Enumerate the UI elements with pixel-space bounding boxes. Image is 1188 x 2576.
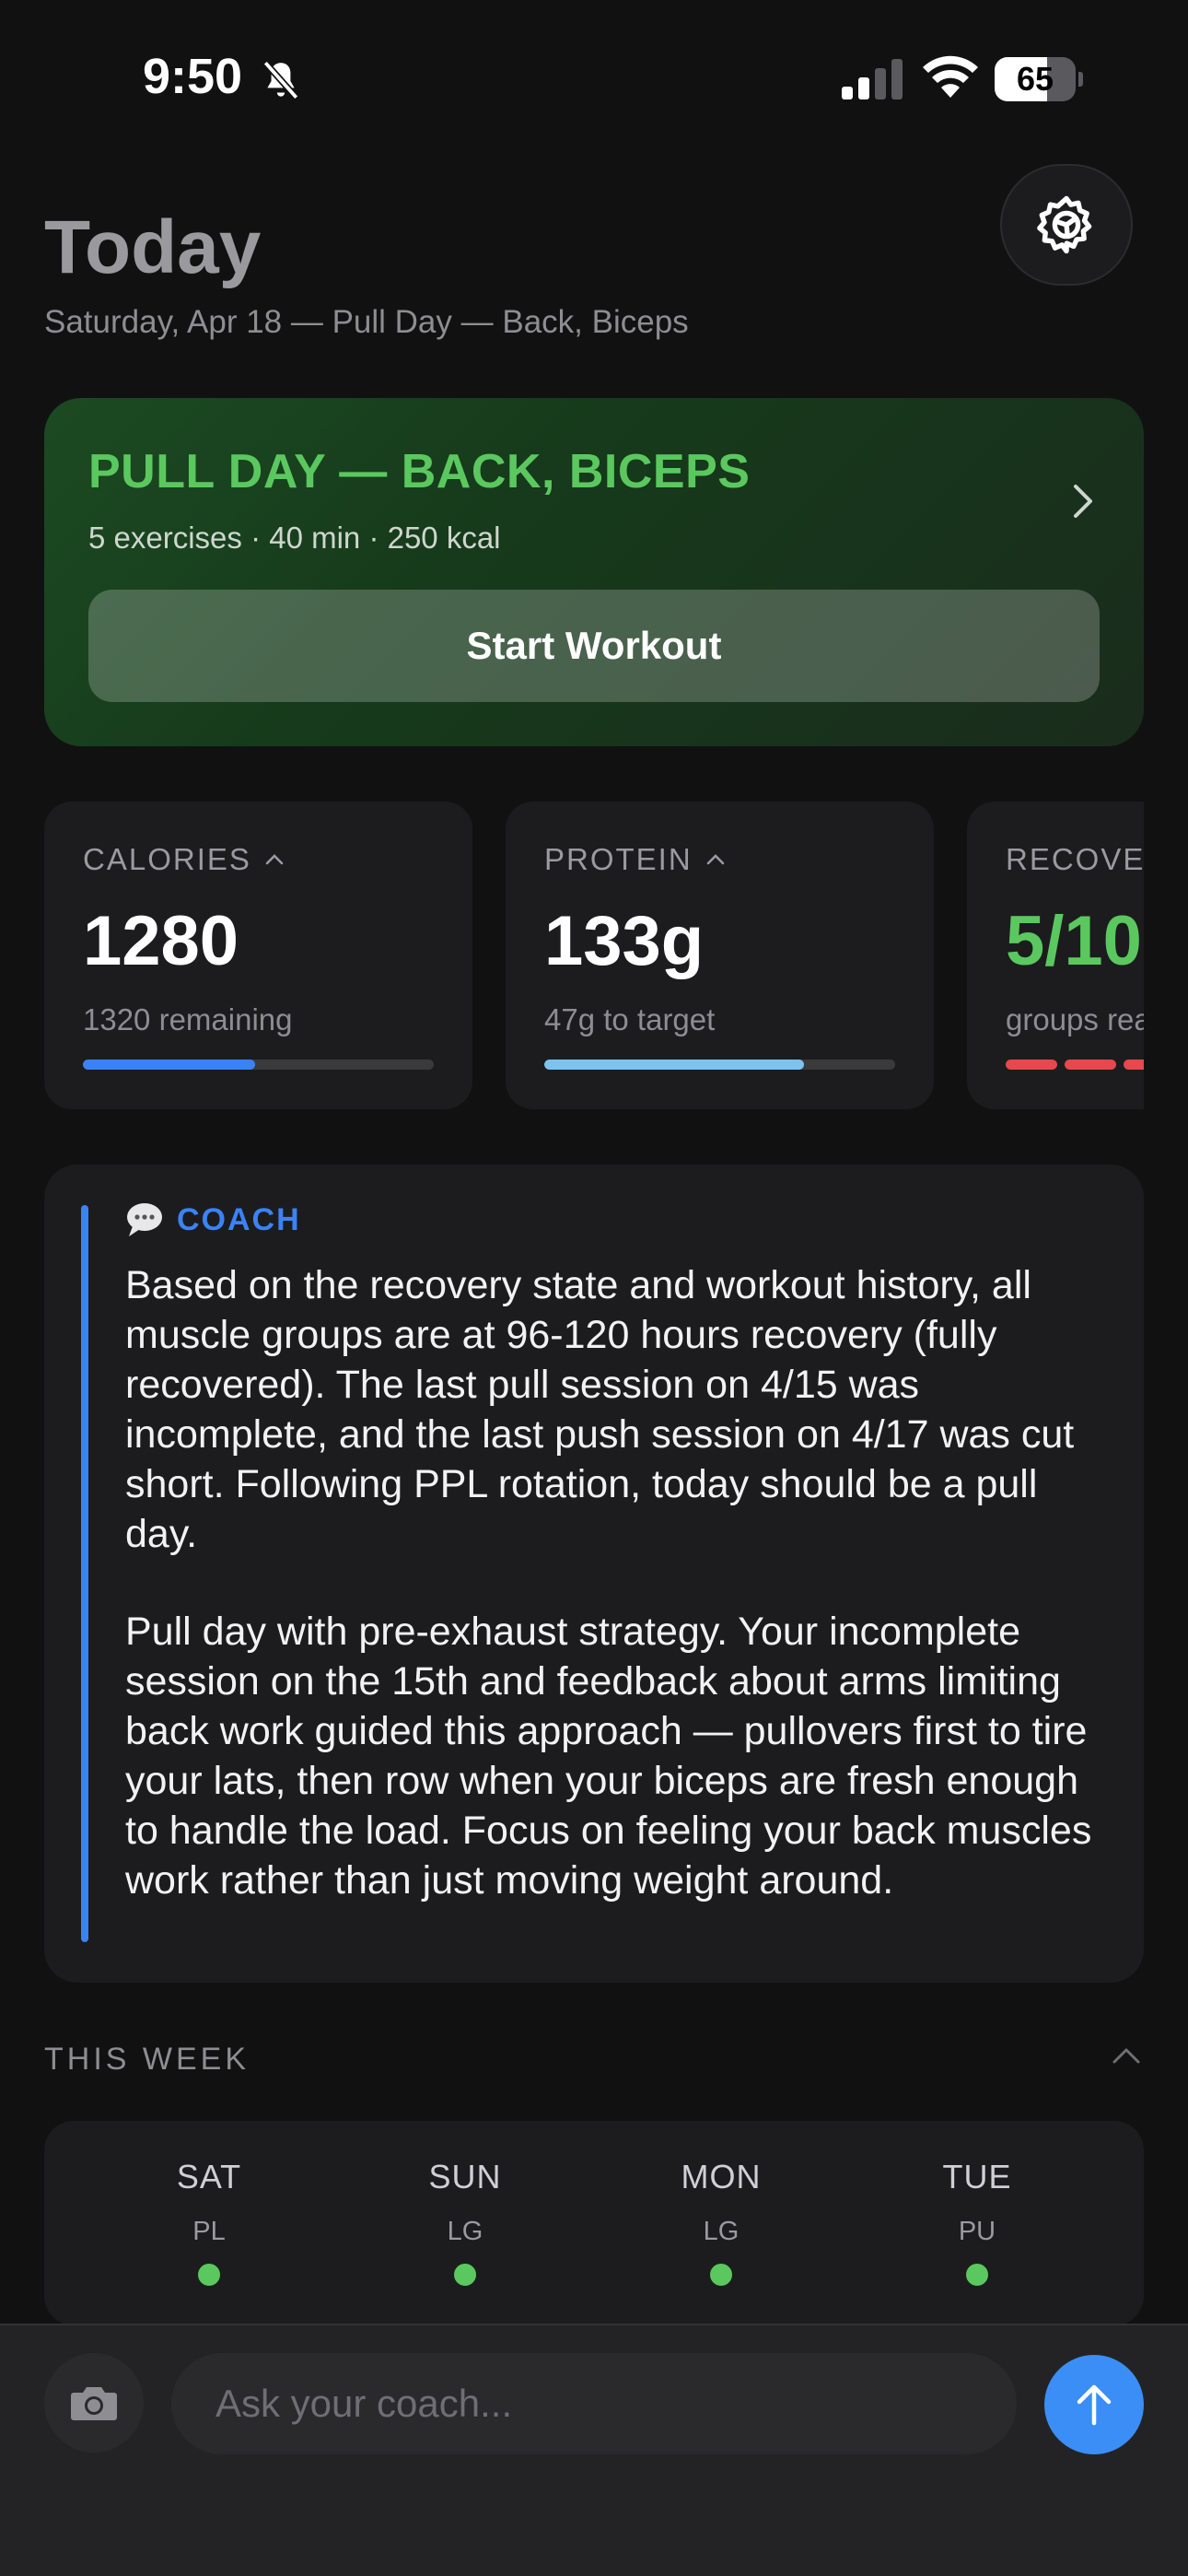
coach-accent-line <box>81 1205 88 1942</box>
battery-level: 65 <box>1016 60 1054 98</box>
ask-coach-input[interactable] <box>171 2353 1017 2454</box>
day-name: TUE <box>942 2158 1012 2195</box>
protein-value: 133g <box>544 902 705 980</box>
workout-card[interactable]: PULL DAY — BACK, BICEPS 5 exercises · 40… <box>44 398 1144 746</box>
recovery-card[interactable]: RECOVERY 5/10 groups ready <box>967 802 1144 1109</box>
recovery-label: RECOVERY <box>1006 842 1144 876</box>
chevron-up-icon <box>265 854 284 865</box>
workout-title: PULL DAY — BACK, BICEPS <box>88 445 751 498</box>
bell-slash-icon <box>262 60 299 100</box>
cellular-signal-icon <box>842 59 903 100</box>
day-sun[interactable]: SUN LG <box>382 2158 548 2286</box>
workout-meta: 5 exercises · 40 min · 250 kcal <box>88 521 501 555</box>
arrow-up-icon <box>1077 2384 1112 2426</box>
send-button[interactable] <box>1044 2355 1144 2454</box>
calories-label-text: CALORIES <box>83 842 251 876</box>
day-tue[interactable]: TUE PU <box>894 2158 1060 2286</box>
recovery-segment <box>1065 1060 1116 1070</box>
settings-button[interactable] <box>1000 164 1133 286</box>
chevron-right-icon[interactable] <box>1065 475 1101 527</box>
coach-message: Based on the recovery state and workout … <box>125 1260 1120 1905</box>
gear-icon <box>1037 195 1092 254</box>
status-time: 9:50 <box>143 49 243 104</box>
wifi-icon <box>923 55 978 98</box>
status-dot <box>454 2264 476 2286</box>
recovery-segment <box>1124 1060 1144 1070</box>
status-dot <box>966 2264 988 2286</box>
week-card: SAT PL SUN LG MON LG TUE PU <box>44 2121 1144 2325</box>
protein-label-text: PROTEIN <box>544 842 693 876</box>
calories-value: 1280 <box>83 902 239 980</box>
day-tag: PU <box>958 2217 996 2246</box>
status-dot <box>710 2264 732 2286</box>
calories-card[interactable]: CALORIES 1280 1320 remaining <box>44 802 472 1109</box>
chevron-up-icon <box>706 854 724 865</box>
stats-carousel[interactable]: CALORIES 1280 1320 remaining PROTEIN 133… <box>44 802 1144 1109</box>
recovery-segments <box>1006 1060 1144 1070</box>
day-name: SUN <box>428 2158 502 2195</box>
protein-progress-bar <box>544 1060 895 1070</box>
protein-remaining: 47g to target <box>544 1002 716 1036</box>
status-bar: 9:50 65 <box>0 0 1188 157</box>
recovery-value: 5/10 <box>1006 902 1142 980</box>
protein-card[interactable]: PROTEIN 133g 47g to target <box>506 802 934 1109</box>
recovery-sub: groups ready <box>1006 1002 1144 1036</box>
chat-composer <box>0 2324 1188 2576</box>
day-tag: LG <box>447 2217 483 2246</box>
day-sat[interactable]: SAT PL <box>126 2158 292 2286</box>
status-dot <box>198 2264 220 2286</box>
day-tag: LG <box>703 2217 740 2246</box>
this-week-heading: THIS WEEK <box>44 2042 250 2077</box>
start-workout-button[interactable]: Start Workout <box>88 590 1100 702</box>
day-name: MON <box>681 2158 762 2195</box>
recovery-segment <box>1006 1060 1057 1070</box>
speech-bubble-icon <box>127 1203 162 1236</box>
coach-paragraph: Pull day with pre-exhaust strategy. Your… <box>125 1610 1092 1903</box>
day-mon[interactable]: MON LG <box>638 2158 804 2286</box>
calories-label: CALORIES <box>83 842 285 877</box>
calories-progress-bar <box>83 1060 434 1070</box>
day-tag: PL <box>192 2217 226 2246</box>
page-subtitle: Saturday, Apr 18 — Pull Day — Back, Bice… <box>44 304 689 340</box>
coach-label: COACH <box>177 1201 301 1237</box>
camera-icon <box>71 2387 117 2420</box>
camera-button[interactable] <box>44 2353 144 2453</box>
coach-header: COACH <box>125 1201 301 1238</box>
day-name: SAT <box>176 2158 242 2195</box>
coach-card: COACH Based on the recovery state and wo… <box>44 1165 1144 1983</box>
protein-label: PROTEIN <box>544 842 726 877</box>
calories-remaining: 1320 remaining <box>83 1002 293 1036</box>
battery-icon: 65 <box>995 57 1083 101</box>
page-title: Today <box>44 205 262 289</box>
coach-paragraph: Based on the recovery state and workout … <box>125 1263 1075 1556</box>
chevron-up-icon[interactable] <box>1109 2043 1144 2067</box>
